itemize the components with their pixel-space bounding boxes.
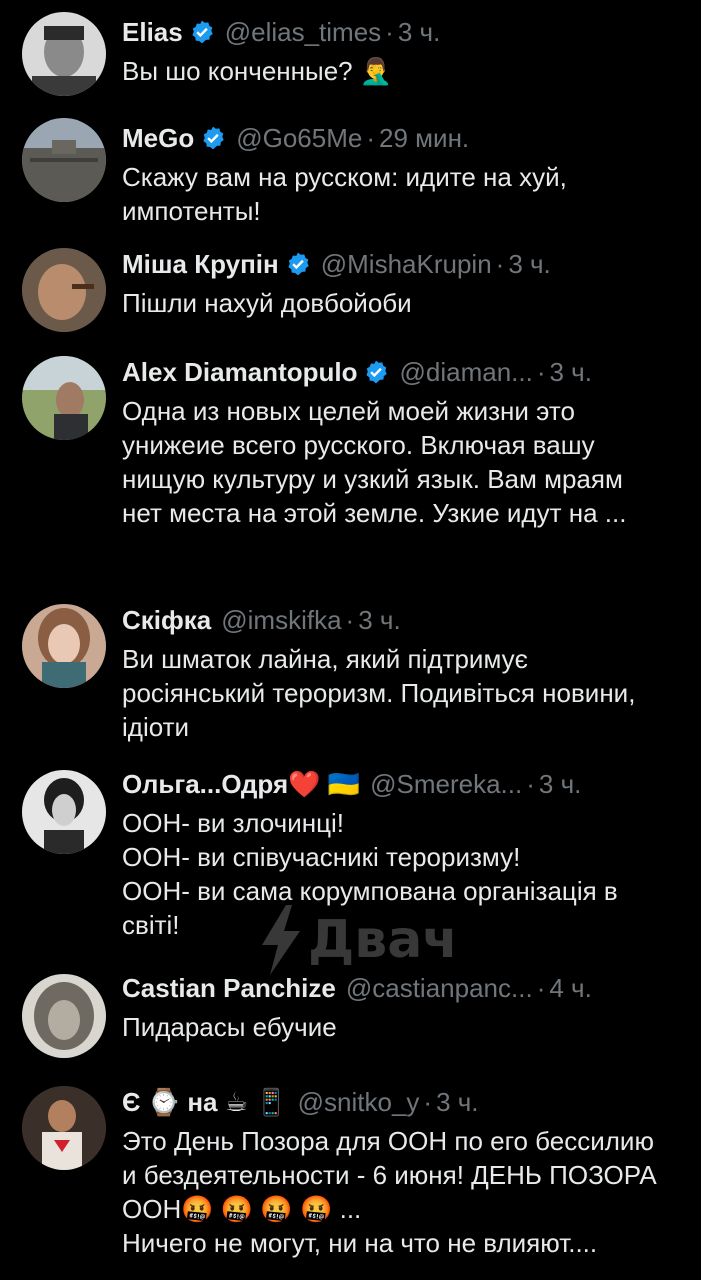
author-handle[interactable]: @MishaKrupin bbox=[321, 249, 492, 280]
author-handle[interactable]: @Smereka... bbox=[370, 769, 522, 800]
author-name[interactable]: Alex Diamantopulo bbox=[122, 357, 357, 388]
reply-tweet[interactable]: Скіфка @imskifka · 3 ч. Ви шматок лайна,… bbox=[0, 600, 701, 748]
separator-dot: · bbox=[536, 972, 546, 1003]
author-handle[interactable]: @Go65Me bbox=[236, 123, 362, 154]
separator-dot: · bbox=[345, 604, 355, 635]
timestamp[interactable]: 4 ч. bbox=[549, 973, 591, 1004]
verified-badge-icon bbox=[192, 20, 213, 44]
reply-text: Вы шо конченные? 🤦‍♂️ bbox=[122, 56, 393, 86]
avatar[interactable] bbox=[22, 248, 106, 332]
author-name[interactable]: Міша Крупін bbox=[122, 249, 279, 280]
author-handle[interactable]: @diaman... bbox=[399, 357, 532, 388]
reply-header: Скіфка @imskifka · 3 ч. bbox=[122, 600, 691, 640]
author-name[interactable]: MeGo bbox=[122, 123, 194, 154]
avatar[interactable] bbox=[22, 604, 106, 688]
timestamp[interactable]: 29 мин. bbox=[379, 123, 469, 154]
timestamp[interactable]: 3 ч. bbox=[358, 605, 400, 636]
author-handle[interactable]: @imskifka bbox=[221, 605, 341, 636]
reply-header: Міша Крупін @MishaKrupin · 3 ч. bbox=[122, 244, 691, 284]
reply-header: Ольга...Одря❤️ 🇺🇦 @Smereka... · 3 ч. bbox=[122, 764, 691, 804]
author-handle[interactable]: @snitko_y bbox=[298, 1087, 420, 1118]
avatar[interactable] bbox=[22, 118, 106, 202]
avatar[interactable] bbox=[22, 12, 106, 96]
reply-tweet[interactable]: Castian Panchize @castianpanc... · 4 ч. … bbox=[0, 968, 701, 1068]
reply-header: Alex Diamantopulo @diaman... · 3 ч. bbox=[122, 352, 691, 392]
lightning-icon bbox=[261, 905, 300, 975]
reply-header: Elias @elias_times · 3 ч. bbox=[122, 12, 691, 52]
timestamp[interactable]: 3 ч. bbox=[436, 1087, 478, 1118]
reply-tweet[interactable]: Alex Diamantopulo @diaman... · 3 ч. Одна… bbox=[0, 352, 701, 582]
timestamp[interactable]: 3 ч. bbox=[550, 357, 592, 388]
separator-dot: · bbox=[385, 16, 394, 47]
reply-text: Это День Позора для ООН по его бессилию … bbox=[122, 1126, 657, 1258]
timestamp[interactable]: 3 ч. bbox=[508, 249, 550, 280]
avatar[interactable] bbox=[22, 974, 106, 1058]
author-name[interactable]: Скіфка bbox=[122, 605, 211, 636]
separator-dot: · bbox=[423, 1086, 433, 1117]
separator-dot: · bbox=[536, 356, 546, 387]
separator-dot: · bbox=[495, 248, 505, 279]
verified-badge-icon bbox=[288, 252, 309, 276]
reply-tweet[interactable]: Міша Крупін @MishaKrupin · 3 ч. Пішли на… bbox=[0, 244, 701, 334]
reply-tweet[interactable]: MeGo @Go65Me · 29 мин. Скажу вам на русс… bbox=[0, 118, 701, 230]
reply-header: MeGo @Go65Me · 29 мин. bbox=[122, 118, 691, 158]
reply-text: Скажу вам на русском: идите на хуй, импо… bbox=[122, 162, 567, 226]
avatar[interactable] bbox=[22, 356, 106, 440]
reply-text: Пидарасы ебучие bbox=[122, 1012, 337, 1042]
timestamp[interactable]: 3 ч. bbox=[398, 17, 440, 48]
avatar[interactable] bbox=[22, 770, 106, 854]
verified-badge-icon bbox=[366, 360, 388, 384]
author-name[interactable]: Elias bbox=[122, 17, 183, 48]
reply-tweet[interactable]: Є ⌚ на ☕ 📱 @snitko_y · 3 ч. Это День Поз… bbox=[0, 1082, 701, 1280]
verified-badge-icon bbox=[203, 126, 224, 150]
author-name[interactable]: Є ⌚ на ☕ 📱 bbox=[122, 1087, 288, 1118]
watermark-text: Двач bbox=[307, 910, 458, 970]
watermark: Двач bbox=[258, 900, 458, 980]
avatar[interactable] bbox=[22, 1086, 106, 1170]
reply-text: Пішли нахуй довбойоби bbox=[122, 288, 412, 318]
reply-text: Одна из новых целей моей жизни это униже… bbox=[122, 396, 627, 528]
author-handle[interactable]: @elias_times bbox=[225, 17, 381, 48]
reply-header: Є ⌚ на ☕ 📱 @snitko_y · 3 ч. bbox=[122, 1082, 691, 1122]
separator-dot: · bbox=[366, 122, 376, 153]
reply-tweet[interactable]: Elias @elias_times · 3 ч. Вы шо конченны… bbox=[0, 12, 701, 112]
separator-dot: · bbox=[526, 768, 535, 799]
timestamp[interactable]: 3 ч. bbox=[539, 769, 581, 800]
reply-text: Ви шматок лайна, який підтримує росіянсь… bbox=[122, 644, 636, 742]
author-name[interactable]: Ольга...Одря❤️ 🇺🇦 bbox=[122, 769, 360, 800]
